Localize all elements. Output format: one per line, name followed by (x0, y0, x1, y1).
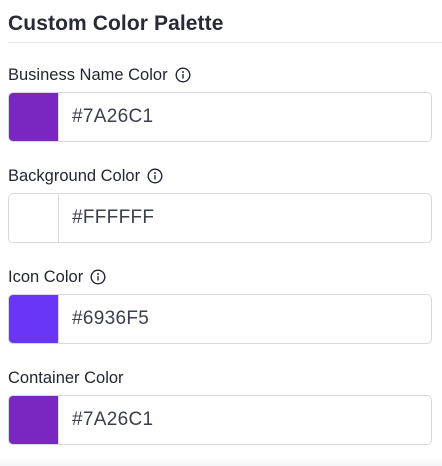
background-color-input-group (8, 193, 432, 243)
icon-color-label: Icon Color (8, 267, 84, 286)
container-color-field: Container Color (8, 367, 432, 445)
business-name-color-label: Business Name Color (8, 65, 168, 84)
title-divider (8, 42, 442, 43)
custom-color-palette-panel: Custom Color Palette Business Name Color… (0, 0, 442, 466)
background-color-swatch[interactable] (9, 194, 59, 242)
icon-color-label-row: Icon Color (8, 266, 432, 288)
background-color-label: Background Color (8, 166, 141, 185)
container-color-label-row: Container Color (8, 367, 432, 389)
business-name-color-input-group (8, 92, 432, 142)
info-circle-icon[interactable] (90, 269, 106, 285)
container-color-hex-input[interactable] (59, 396, 431, 444)
icon-color-swatch[interactable] (9, 295, 59, 343)
icon-color-input-group (8, 294, 432, 344)
info-circle-icon[interactable] (147, 168, 163, 184)
business-name-color-field: Business Name Color (8, 64, 432, 142)
icon-color-field: Icon Color (8, 266, 432, 344)
background-color-hex-input[interactable] (59, 194, 431, 242)
business-name-color-label-row: Business Name Color (8, 64, 432, 86)
container-color-label: Container Color (8, 368, 124, 387)
container-color-input-group (8, 395, 432, 445)
bottom-edge (0, 458, 442, 466)
info-circle-icon[interactable] (175, 67, 191, 83)
background-color-label-row: Background Color (8, 165, 432, 187)
container-color-swatch[interactable] (9, 396, 59, 444)
icon-color-hex-input[interactable] (59, 295, 431, 343)
section-title: Custom Color Palette (8, 12, 224, 35)
business-name-color-hex-input[interactable] (59, 93, 431, 141)
business-name-color-swatch[interactable] (9, 93, 59, 141)
background-color-field: Background Color (8, 165, 432, 243)
